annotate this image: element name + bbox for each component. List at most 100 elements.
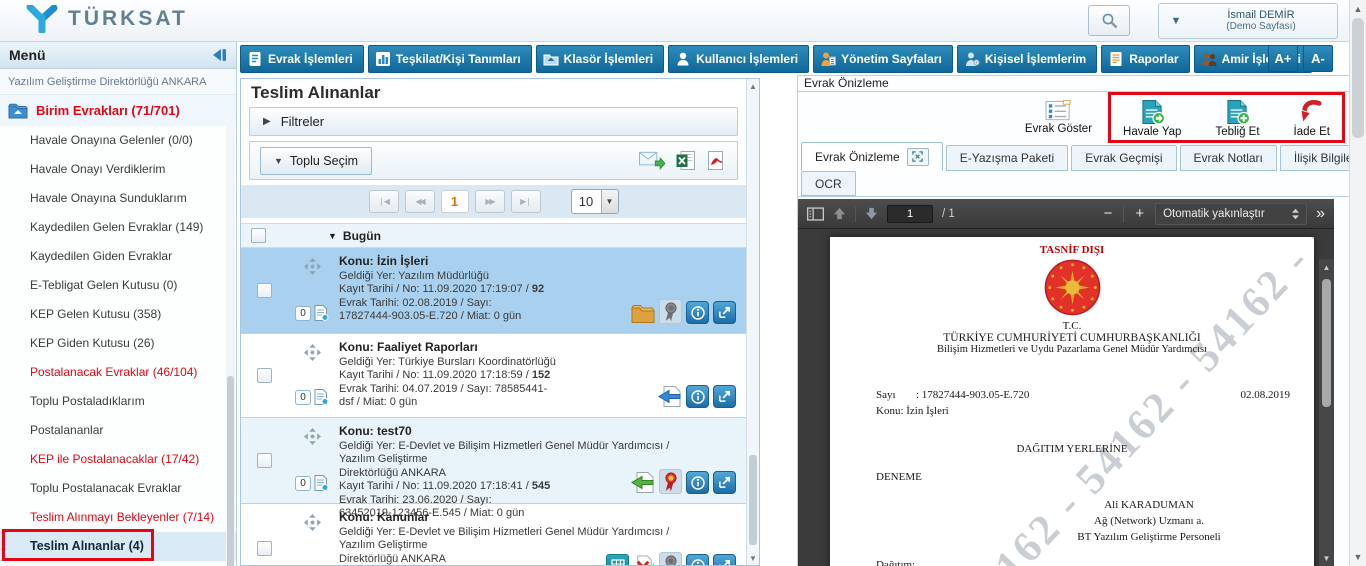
font-decrease-button[interactable]: A-	[1303, 45, 1333, 72]
tab-teskilat-kisi-tanimlari[interactable]: Teşkilat/Kişi Tanımları	[368, 45, 532, 73]
zoom-level-select[interactable]: Otomatik yakınlaştır	[1155, 203, 1307, 225]
havale-yap-button[interactable]: Havale Yap	[1123, 99, 1181, 138]
sidebar-scrollbar-thumb[interactable]	[227, 376, 234, 566]
export-excel-icon[interactable]	[676, 151, 695, 170]
scroll-up-arrow[interactable]: ▲	[747, 79, 759, 93]
pdf-scrollbar-thumb[interactable]	[1322, 279, 1331, 407]
pagination-next-button[interactable]: ▶▶	[475, 190, 505, 213]
row-checkbox[interactable]	[257, 541, 272, 556]
document-add-icon[interactable]	[313, 305, 329, 321]
info-icon[interactable]	[686, 554, 709, 566]
show-document-button[interactable]: Evrak Göster	[1025, 100, 1092, 135]
page-scrollbar-thumb[interactable]	[1352, 18, 1364, 138]
pagination-prev-button[interactable]: ◀◀	[405, 190, 435, 213]
scroll-up-arrow[interactable]: ▲	[1350, 0, 1366, 14]
sidebar-item[interactable]: Kaydedilen Giden Evraklar	[0, 242, 236, 271]
list-scrollbar[interactable]: ▲ ▼	[746, 79, 759, 565]
page-up-icon[interactable]	[833, 207, 846, 220]
note-count-badge[interactable]: 0	[295, 306, 311, 321]
sidebar-item[interactable]: KEP Giden Kutusu (26)	[0, 329, 236, 358]
zoom-out-button[interactable]: −	[1102, 205, 1115, 222]
open-document-icon[interactable]	[713, 471, 736, 494]
export-pdf-icon[interactable]	[706, 151, 725, 170]
list-scrollbar-thumb[interactable]	[749, 455, 757, 545]
tab-evrak-gecmisi[interactable]: Evrak Geçmişi	[1071, 145, 1176, 171]
scroll-down-arrow[interactable]: ▼	[1350, 552, 1366, 562]
tab-raporlar[interactable]: Raporlar	[1101, 45, 1189, 73]
scroll-up-arrow[interactable]: ▲	[1319, 259, 1334, 272]
teblig-et-button[interactable]: Tebliğ Et	[1215, 99, 1259, 138]
sidebar-item[interactable]: Toplu Postaladıklarım	[0, 387, 236, 416]
list-item[interactable]: 0 Konu: Kanunlar Geldiği Yer: E-Devlet v…	[241, 504, 746, 566]
remove-document-icon[interactable]	[633, 554, 655, 566]
filters-expander[interactable]: ▶ Filtreler	[249, 107, 738, 136]
tab-ocr[interactable]: OCR	[801, 171, 856, 196]
row-checkbox[interactable]	[257, 283, 272, 298]
drag-move-icon[interactable]	[304, 258, 321, 275]
tab-evrak-onizleme[interactable]: Evrak Önizleme	[801, 142, 943, 171]
page-size-select[interactable]: 10 ▼	[571, 189, 619, 214]
sidebar-item[interactable]: Havale Onayına Sunduklarım	[0, 184, 236, 213]
tab-kisisel-islemlerim[interactable]: Kişisel İşlemlerim	[957, 45, 1097, 73]
drag-move-icon[interactable]	[304, 344, 321, 361]
sidebar-item[interactable]: KEP Gelen Kutusu (358)	[0, 300, 236, 329]
expand-preview-button[interactable]	[907, 148, 929, 166]
note-count-badge[interactable]: 0	[295, 390, 311, 405]
sidebar-item[interactable]: Postalanacak Evraklar (46/104)	[0, 358, 236, 387]
search-button[interactable]	[1088, 5, 1130, 36]
sidebar-item[interactable]: Kaydedilen Gelen Evraklar (149)	[0, 213, 236, 242]
info-icon[interactable]	[686, 385, 709, 408]
tab-e-yazisma-paketi[interactable]: E-Yazışma Paketi	[946, 145, 1068, 171]
sidebar-item[interactable]: Havale Onayına Gelenler (0/0)	[0, 126, 236, 155]
page-scrollbar[interactable]: ▲ ▼	[1349, 0, 1366, 566]
group-header-today[interactable]: ▼ Bugün	[241, 223, 746, 248]
scroll-down-arrow[interactable]: ▼	[1319, 554, 1334, 563]
signature-seal-icon[interactable]	[659, 299, 682, 324]
drag-move-icon[interactable]	[304, 428, 321, 445]
bulk-select-button[interactable]: ▼ Toplu Seçim	[260, 147, 372, 175]
return-document-green-icon[interactable]	[629, 471, 655, 494]
drag-move-icon[interactable]	[304, 514, 321, 531]
tab-yonetim-sayfalari[interactable]: Yönetim Sayfaları	[813, 45, 953, 73]
row-checkbox[interactable]	[257, 453, 272, 468]
tab-evrak-islemleri[interactable]: Evrak İşlemleri	[240, 45, 364, 73]
sidebar-item[interactable]: Teslim Alınmayı Bekleyenler (7/14)	[0, 503, 236, 532]
collapse-sidebar-icon[interactable]	[210, 48, 227, 62]
sidebar-toggle-icon[interactable]	[807, 207, 824, 221]
list-item[interactable]: 0 Konu: İzin İşleri Geldiği Yer: Yazılım…	[241, 248, 746, 334]
open-document-icon[interactable]	[713, 554, 736, 566]
iade-et-button[interactable]: İade Et	[1294, 99, 1330, 138]
open-document-icon[interactable]	[713, 385, 736, 408]
tab-kullanici-islemleri[interactable]: Kullanıcı İşlemleri	[668, 45, 809, 73]
page-down-icon[interactable]	[865, 207, 878, 220]
table-view-icon[interactable]	[606, 554, 629, 566]
signature-seal-red-icon[interactable]	[659, 469, 682, 494]
sidebar-scrollbar[interactable]	[226, 126, 235, 566]
return-document-blue-icon[interactable]	[656, 385, 682, 408]
font-increase-button[interactable]: A+	[1268, 45, 1298, 72]
document-add-icon[interactable]	[313, 389, 329, 405]
group-checkbox[interactable]	[251, 228, 266, 243]
row-checkbox[interactable]	[257, 368, 272, 383]
sidebar-item-teslim-alinanlar-selected[interactable]: Teslim Alınanlar (4)	[0, 532, 236, 561]
user-menu[interactable]: ▼ İsmail DEMİR (Demo Sayfası)	[1158, 3, 1338, 39]
zoom-in-button[interactable]: +	[1133, 205, 1146, 222]
tab-evrak-notlari[interactable]: Evrak Notları	[1180, 145, 1277, 171]
pagination-current-page[interactable]: 1	[441, 190, 469, 213]
pdf-scrollbar[interactable]: ▲ ▼	[1319, 259, 1334, 566]
sidebar-item[interactable]: Toplu Postalanacak Evraklar	[0, 474, 236, 503]
list-item[interactable]: 0 Konu: Faaliyet Raporları Geldiği Yer: …	[241, 334, 746, 418]
list-item[interactable]: 0 Konu: test70 Geldiği Yer: E-Devlet ve …	[241, 418, 746, 504]
open-document-icon[interactable]	[713, 301, 736, 324]
pagination-last-button[interactable]: ▶❘	[511, 190, 541, 213]
sidebar-item[interactable]: Havale Onayı Verdiklerim	[0, 155, 236, 184]
toolbar-more-icon[interactable]: »	[1316, 205, 1325, 223]
sidebar-item[interactable]: KEP ile Postalanacaklar (17/42)	[0, 445, 236, 474]
sidebar-item[interactable]: Postalananlar	[0, 416, 236, 445]
tab-klasor-islemleri[interactable]: Klasör İşlemleri	[536, 45, 664, 73]
scroll-down-arrow[interactable]: ▼	[747, 551, 759, 565]
send-mail-icon[interactable]	[639, 151, 665, 171]
info-icon[interactable]	[686, 301, 709, 324]
signature-seal-icon[interactable]	[659, 552, 682, 566]
document-add-icon[interactable]	[313, 475, 329, 491]
